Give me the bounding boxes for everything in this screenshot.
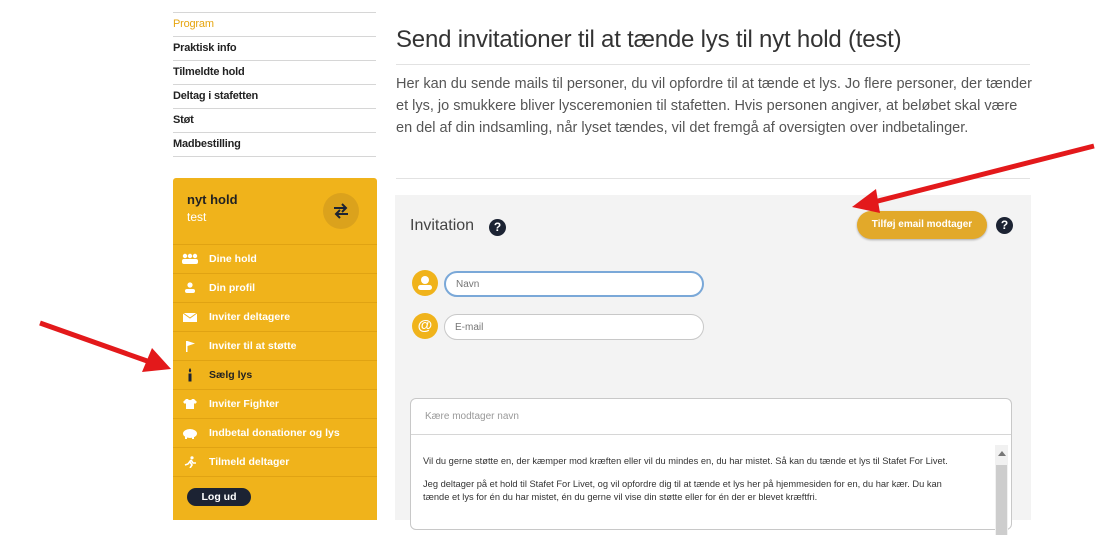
annotation-arrow-icon — [852, 143, 1095, 213]
annotation-arrows — [39, 143, 1095, 372]
annotation-arrow-icon — [39, 320, 171, 372]
